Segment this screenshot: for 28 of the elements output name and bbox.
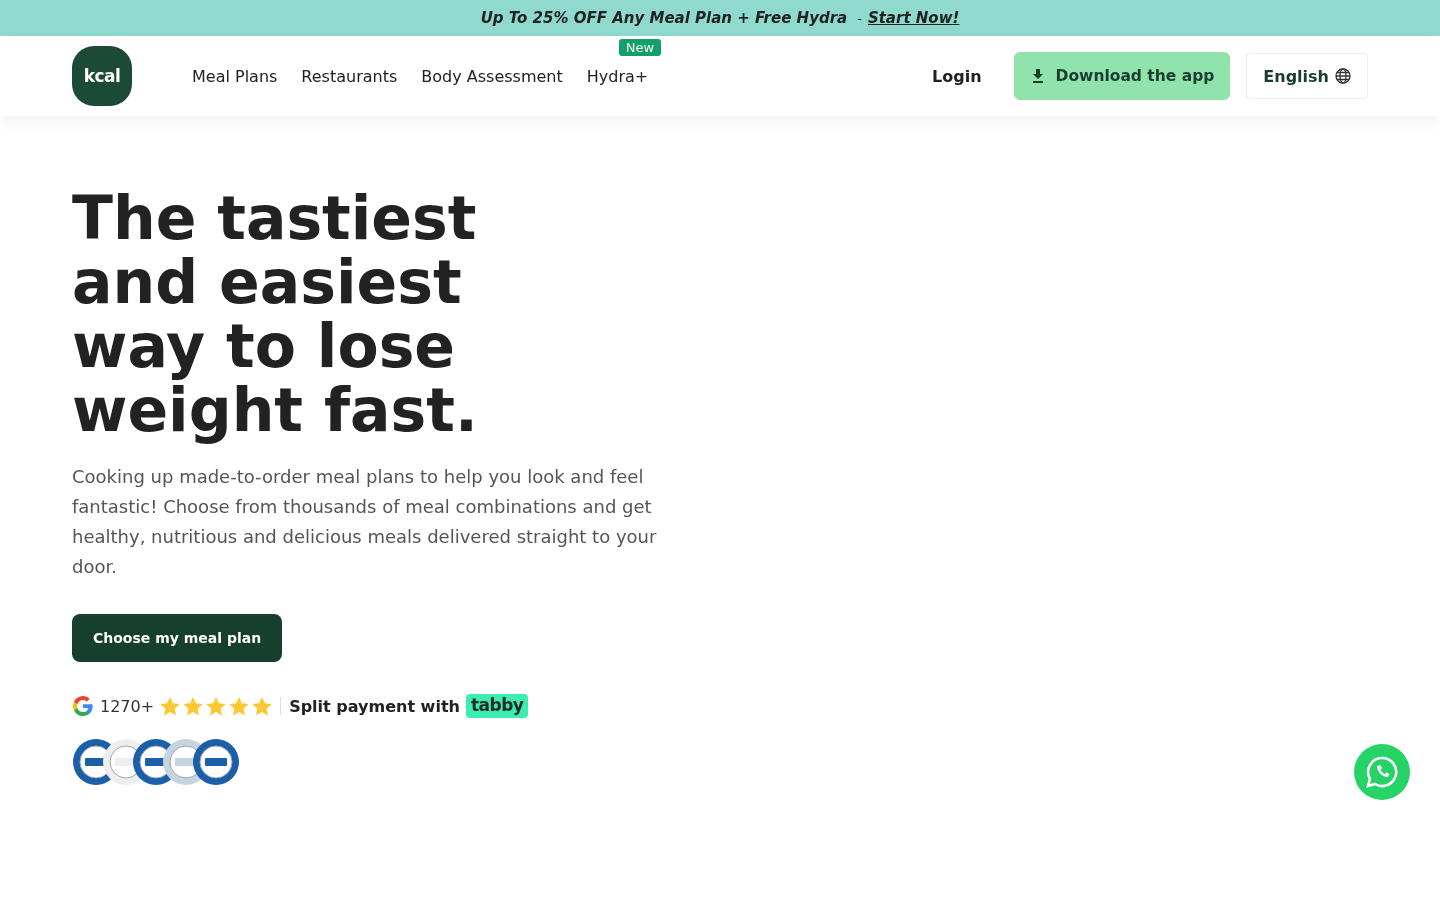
- kcal-logo[interactable]: kcal: [72, 46, 132, 106]
- choose-meal-plan-button[interactable]: Choose my meal plan: [72, 614, 283, 662]
- login-link[interactable]: Login: [932, 66, 982, 86]
- tabby-logo: tabby: [465, 694, 529, 718]
- star-icon: [206, 696, 227, 716]
- hero-description: Cooking up made-to-order meal plans to help you look and feel fantastic! Choose from thousands of meal combinations and get healthy, nutritious and delicious meals delivered straight to your door.: [72, 465, 658, 579]
- nav-link[interactable]: Hydra+: [586, 66, 649, 86]
- star-icon: [252, 696, 273, 716]
- new-badge: New: [618, 38, 662, 56]
- download-icon: [1031, 69, 1044, 83]
- hero-title: The tastiest and easiest way to lose weight fast.: [72, 186, 479, 442]
- review-count: 1270+: [100, 696, 155, 716]
- split-payment-text: Split payment with: [289, 696, 460, 716]
- nav-link[interactable]: Restaurants: [301, 66, 398, 86]
- language-button[interactable]: English: [1246, 53, 1368, 99]
- globe-icon: [1335, 68, 1351, 84]
- star-icon: [229, 696, 250, 716]
- chat-bubble-icon: [1365, 755, 1399, 789]
- star-icon: [160, 696, 181, 716]
- promo-text: Up To 25% OFF Any Meal Plan + Free Hydra: [480, 9, 848, 27]
- download-app-button[interactable]: Download the app: [1013, 52, 1231, 100]
- start-now-link[interactable]: Start Now!: [867, 9, 960, 27]
- google-icon: [72, 695, 94, 717]
- star-icon: [183, 696, 204, 716]
- promo-separator: -: [857, 10, 862, 26]
- nav-link[interactable]: Body Assessment: [421, 66, 563, 86]
- nav-link[interactable]: Meal Plans: [192, 66, 278, 86]
- whatsapp-button[interactable]: [1354, 744, 1410, 800]
